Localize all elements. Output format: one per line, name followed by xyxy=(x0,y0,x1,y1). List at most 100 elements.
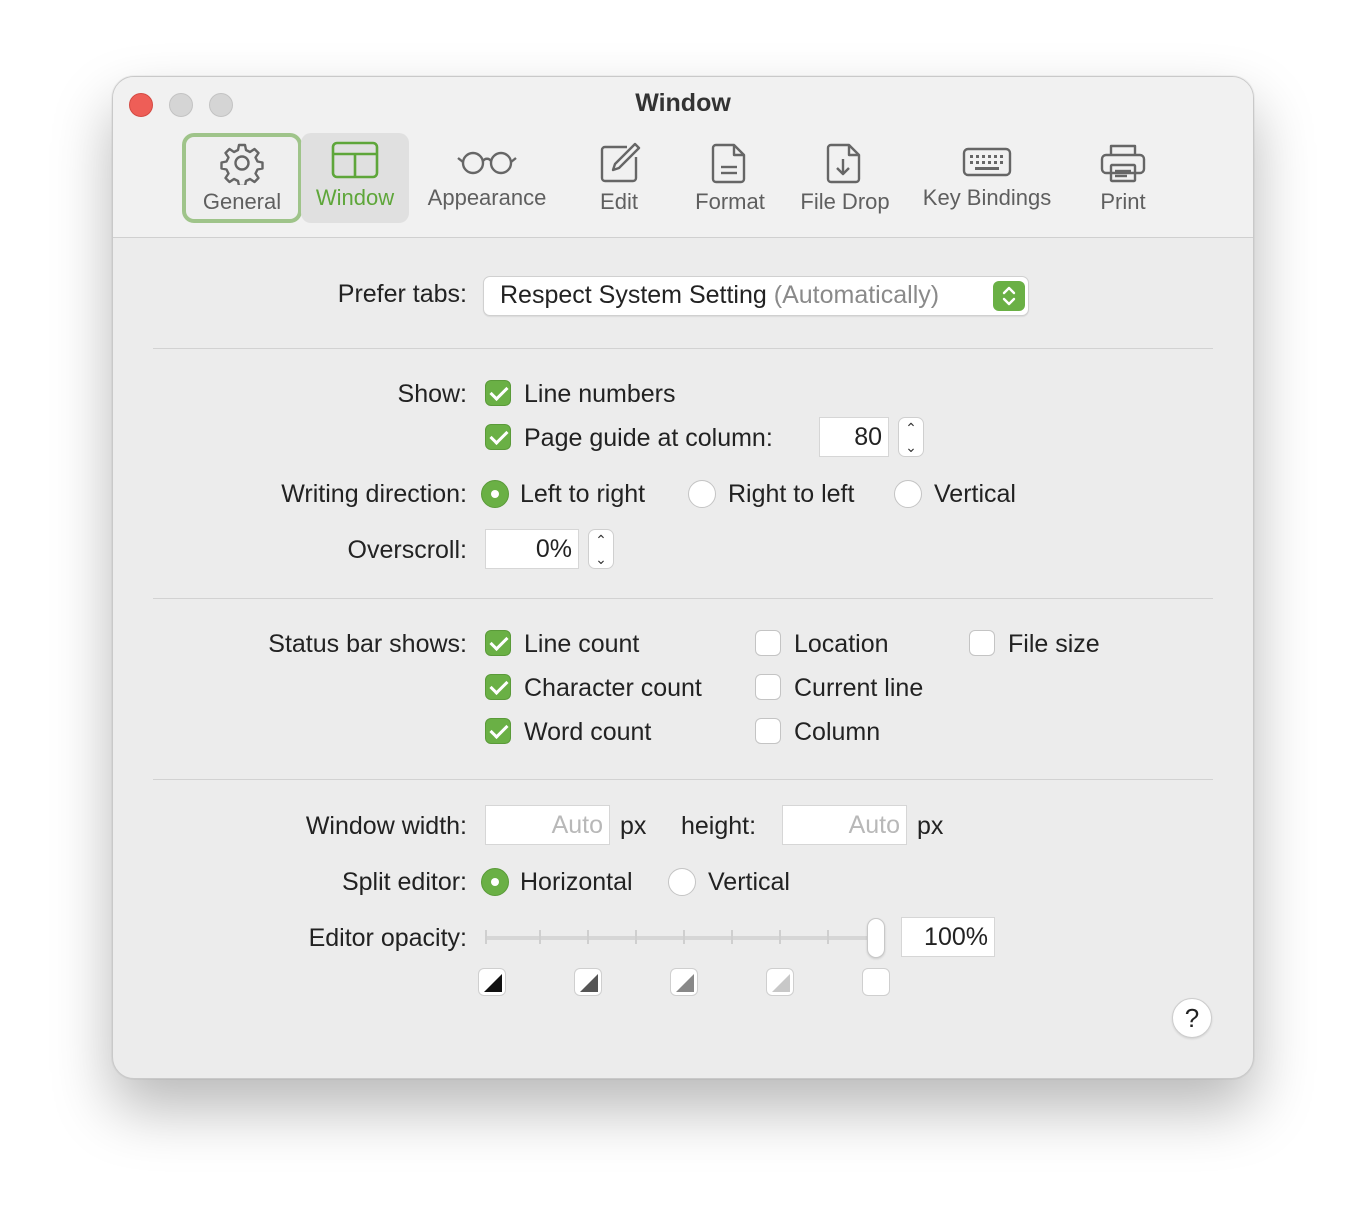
status-bar-label: Status bar shows: xyxy=(268,630,467,658)
chevron-down-icon: ⌄ xyxy=(595,551,607,567)
slider-tick xyxy=(587,930,589,944)
tab-window[interactable]: Window xyxy=(301,133,409,223)
opacity-icon-none xyxy=(862,968,890,996)
preferences-window: Window General Window Appearance Edit Fo… xyxy=(112,76,1254,1079)
overscroll-stepper[interactable]: ⌃ ⌄ xyxy=(588,529,614,569)
rtl-radio[interactable] xyxy=(688,480,716,508)
ltr-radio[interactable] xyxy=(481,480,509,508)
slider-tick xyxy=(485,930,487,944)
tab-edit[interactable]: Edit xyxy=(579,133,659,223)
tab-print[interactable]: Print xyxy=(1085,133,1161,223)
split-horizontal-radio[interactable] xyxy=(481,868,509,896)
editor-opacity-label: Editor opacity: xyxy=(308,924,467,952)
page-guide-column-field[interactable]: 80 xyxy=(819,417,889,457)
window-width-field[interactable]: Auto xyxy=(485,805,610,845)
prefer-tabs-popup[interactable]: Respect System Setting (Automatically) xyxy=(483,276,1029,316)
opacity-icon-high xyxy=(574,968,602,996)
document-arrow-icon xyxy=(826,143,861,184)
overscroll-field[interactable]: 0% xyxy=(485,529,579,569)
window-layout-icon xyxy=(331,141,379,179)
prefer-tabs-value-text: Respect System Setting xyxy=(500,281,767,309)
split-horizontal-label: Horizontal xyxy=(520,868,633,896)
window-height-label: height: xyxy=(681,812,757,840)
keyboard-icon xyxy=(962,147,1012,177)
height-unit-label: px xyxy=(917,812,944,840)
tab-label: File Drop xyxy=(800,189,890,214)
tab-label: Print xyxy=(1100,189,1146,214)
separator xyxy=(153,779,1213,780)
writing-direction-label: Writing direction: xyxy=(281,480,467,508)
square-pencil-icon xyxy=(600,142,641,183)
show-label: Show: xyxy=(397,380,467,408)
tab-label: General xyxy=(202,189,282,214)
overscroll-label: Overscroll: xyxy=(347,536,467,564)
character-count-label: Character count xyxy=(524,674,702,702)
gear-icon xyxy=(220,143,264,185)
tab-appearance[interactable]: Appearance xyxy=(415,133,559,223)
column-checkbox[interactable] xyxy=(755,718,781,744)
window-settings-pane: Prefer tabs: Respect System Setting (Aut… xyxy=(113,238,1253,1078)
vertical-direction-radio[interactable] xyxy=(894,480,922,508)
tab-label: Window xyxy=(315,185,395,210)
slider-tick xyxy=(779,930,781,944)
file-size-checkbox[interactable] xyxy=(969,630,995,656)
document-icon xyxy=(711,143,746,184)
split-editor-label: Split editor: xyxy=(341,868,467,896)
tab-label: Format xyxy=(695,189,765,214)
separator xyxy=(153,348,1213,349)
vertical-direction-label: Vertical xyxy=(934,480,1016,508)
chevron-up-icon: ⌃ xyxy=(595,532,607,548)
location-label: Location xyxy=(794,630,889,658)
tab-general[interactable]: General xyxy=(182,133,302,223)
width-unit-label: px xyxy=(620,812,647,840)
slider-tick xyxy=(539,930,541,944)
window-width-label: Window width: xyxy=(305,812,467,840)
word-count-label: Word count xyxy=(524,718,652,746)
current-line-label: Current line xyxy=(794,674,924,702)
prefer-tabs-label: Prefer tabs: xyxy=(337,280,467,308)
tab-key-bindings[interactable]: Key Bindings xyxy=(915,133,1059,223)
column-label: Column xyxy=(794,718,881,746)
separator xyxy=(153,598,1213,599)
window-title: Window xyxy=(635,89,731,117)
slider-tick xyxy=(827,930,829,944)
popup-arrows-icon xyxy=(993,281,1025,311)
tab-file-drop[interactable]: File Drop xyxy=(793,133,897,223)
help-button[interactable]: ? xyxy=(1172,998,1212,1038)
opacity-icon-medium xyxy=(670,968,698,996)
line-count-checkbox[interactable] xyxy=(485,630,511,656)
current-line-checkbox[interactable] xyxy=(755,674,781,700)
word-count-checkbox[interactable] xyxy=(485,718,511,744)
split-vertical-radio[interactable] xyxy=(668,868,696,896)
slider-tick xyxy=(635,930,637,944)
character-count-checkbox[interactable] xyxy=(485,674,511,700)
line-numbers-checkbox[interactable] xyxy=(485,380,511,406)
slider-tick xyxy=(683,930,685,944)
slider-tick xyxy=(731,930,733,944)
prefer-tabs-value: Respect System Setting (Automatically) xyxy=(500,281,939,310)
page-guide-stepper[interactable]: ⌃ ⌄ xyxy=(898,417,924,457)
tab-format[interactable]: Format xyxy=(685,133,775,223)
toolbar: Window General Window Appearance Edit Fo… xyxy=(113,77,1253,238)
rtl-label: Right to left xyxy=(728,480,855,508)
window-height-field[interactable]: Auto xyxy=(782,805,907,845)
glasses-icon xyxy=(457,151,517,175)
split-vertical-label: Vertical xyxy=(708,868,790,896)
opacity-value-field[interactable]: 100% xyxy=(901,917,995,957)
chevron-up-icon: ⌃ xyxy=(905,420,917,436)
prefer-tabs-value-suffix: (Automatically) xyxy=(773,281,940,309)
tab-label: Key Bindings xyxy=(922,185,1052,210)
file-size-label: File size xyxy=(1008,630,1100,658)
line-numbers-label: Line numbers xyxy=(524,380,676,408)
tab-label: Edit xyxy=(600,189,638,214)
opacity-icon-low xyxy=(766,968,794,996)
page-guide-label: Page guide at column: xyxy=(524,424,773,452)
line-count-label: Line count xyxy=(524,630,640,658)
opacity-slider-track[interactable] xyxy=(485,936,877,940)
printer-icon xyxy=(1100,144,1146,183)
opacity-icon-full xyxy=(478,968,506,996)
location-checkbox[interactable] xyxy=(755,630,781,656)
tab-label: Appearance xyxy=(427,185,547,210)
opacity-slider-knob[interactable] xyxy=(867,918,885,958)
page-guide-checkbox[interactable] xyxy=(485,424,511,450)
